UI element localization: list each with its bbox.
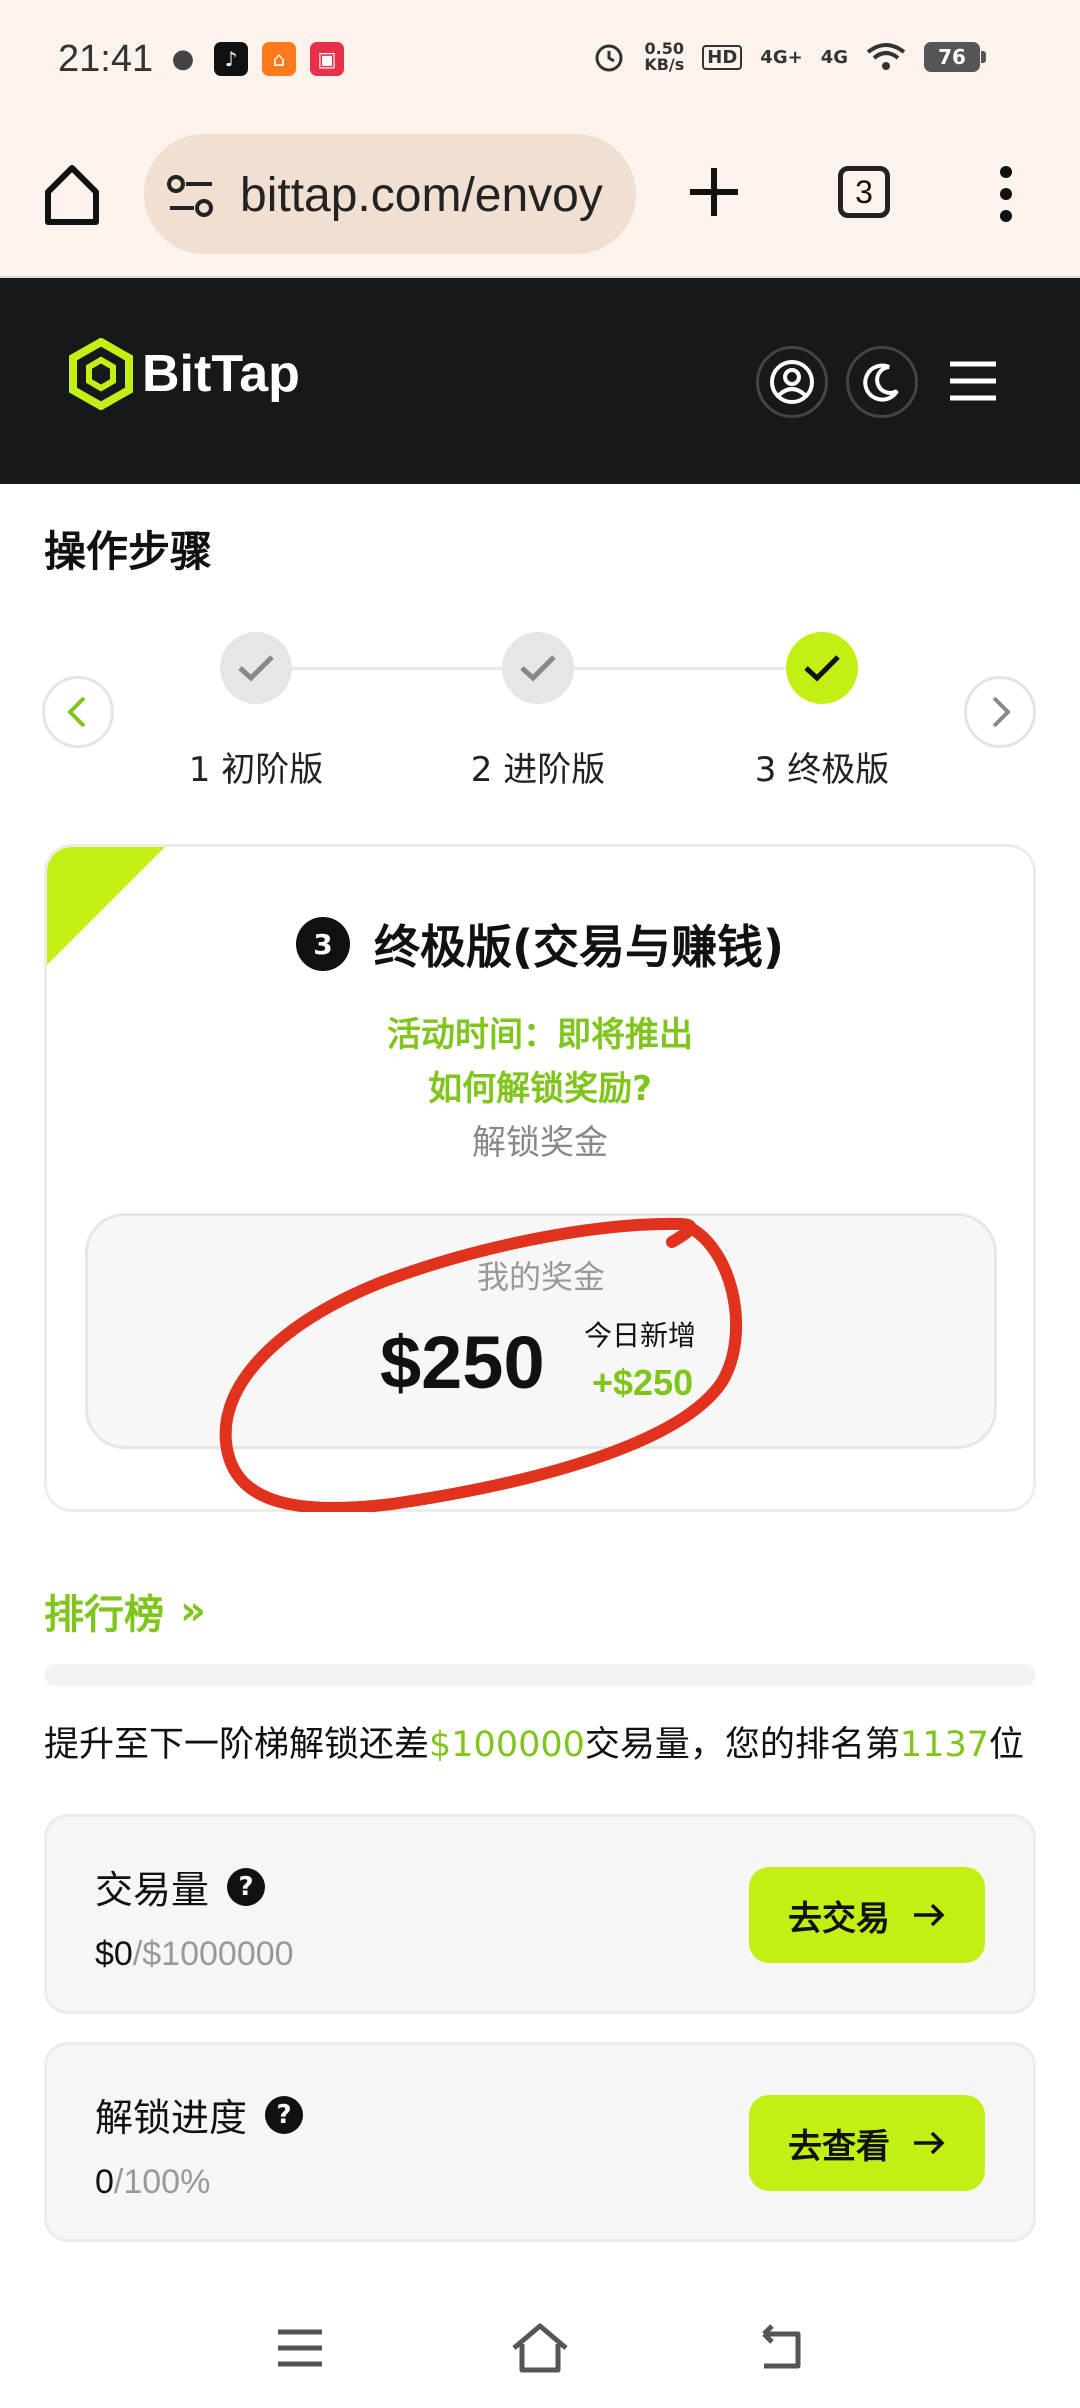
- new-tab-icon[interactable]: [684, 162, 744, 222]
- help-icon[interactable]: ?: [227, 1867, 266, 1906]
- hamburger-menu-icon[interactable]: [948, 358, 998, 404]
- site-settings-icon[interactable]: [166, 174, 216, 218]
- unlock-bonus-text: 解锁奖金: [472, 1123, 608, 1163]
- more-menu-icon[interactable]: [996, 164, 1016, 224]
- step-1-label[interactable]: 1 初阶版: [146, 742, 366, 791]
- how-to-unlock-link[interactable]: 如何解锁奖励?: [47, 1061, 1033, 1110]
- tier-number-badge: 3: [295, 917, 350, 971]
- site-logo[interactable]: BitTap: [68, 338, 300, 410]
- activity-time: 活动时间：即将推出: [387, 1015, 693, 1055]
- url-text[interactable]: bittap.com/envoy: [240, 168, 626, 223]
- go-trade-button[interactable]: 去交易: [749, 1867, 985, 1963]
- step-2-label[interactable]: 2 进阶版: [428, 742, 648, 791]
- home-icon[interactable]: [42, 160, 102, 230]
- net-speed: 0.50 KB/s: [644, 39, 685, 74]
- theme-toggle-button[interactable]: [846, 346, 918, 418]
- trading-volume-value: $0/$1000000: [95, 1935, 294, 1973]
- unlock-progress-value: 0/100%: [95, 2163, 211, 2201]
- system-nav-bar: [0, 2290, 1080, 2408]
- hd-badge: HD: [702, 44, 743, 70]
- step-3-check[interactable]: [786, 632, 858, 704]
- trading-volume-card: 交易量 ? $0/$1000000 去交易: [44, 1814, 1036, 2014]
- user-icon: [770, 360, 814, 404]
- prev-step-button[interactable]: [42, 676, 114, 748]
- unlock-progress-title: 解锁进度 ?: [95, 2087, 304, 2142]
- logo-hexagon-icon: [69, 338, 133, 410]
- chevron-left-icon: [67, 696, 86, 728]
- home-nav-icon[interactable]: [510, 2318, 570, 2378]
- wifi-icon: [866, 43, 906, 70]
- arrow-right-icon: [914, 2131, 945, 2155]
- site-header: BitTap: [0, 278, 1080, 484]
- alarm-icon: [595, 44, 623, 72]
- user-button[interactable]: [756, 346, 828, 418]
- card-title: 3 终极版(交易与赚钱): [47, 911, 1033, 977]
- notification-icons: ● ♪ ⌂ ▣: [166, 42, 344, 76]
- browser-toolbar: bittap.com/envoy 3: [0, 120, 1080, 278]
- tier-title: 终极版(交易与赚钱): [373, 920, 785, 974]
- check-icon: [520, 655, 556, 682]
- step-3-label[interactable]: 3 终极版: [712, 742, 932, 791]
- rank-info-text: 提升至下一阶梯解锁还差$100000交易量，您的排名第1137位: [44, 1725, 1025, 1765]
- next-step-button[interactable]: [964, 676, 1036, 748]
- status-right: 0.50 KB/s HD 4G+ 4G 76: [592, 39, 986, 74]
- arrow-right-icon: [914, 1903, 945, 1927]
- wechat-icon: ●: [171, 44, 195, 74]
- unlock-progress-card: 解锁进度 ? 0/100% 去查看: [44, 2042, 1036, 2242]
- my-bonus-amount: $250: [380, 1321, 545, 1404]
- needed-volume: $100000: [429, 1725, 585, 1765]
- leaderboard-link[interactable]: 排行榜 »: [44, 1582, 206, 1640]
- back-nav-icon[interactable]: [750, 2318, 810, 2378]
- status-time: 21:41: [58, 38, 154, 80]
- tier-card: 3 终极版(交易与赚钱) 活动时间：即将推出 如何解锁奖励? 解锁奖金 我的奖金…: [44, 844, 1036, 1512]
- today-added-amount: +$250: [592, 1362, 694, 1403]
- chevron-right-icon: [992, 696, 1011, 728]
- app-red-icon: ▣: [310, 42, 344, 76]
- signal-4g-plus: 4G+: [760, 46, 803, 68]
- step-2-check[interactable]: [502, 632, 574, 704]
- recent-apps-icon[interactable]: [270, 2318, 330, 2378]
- tiktok-icon: ♪: [214, 42, 248, 76]
- steps-title: 操作步骤: [44, 527, 213, 576]
- bonus-box: 我的奖金 $250 今日新增 +$250: [85, 1213, 997, 1449]
- current-rank: 1137: [899, 1725, 989, 1765]
- battery-indicator: 76: [924, 42, 986, 72]
- help-icon[interactable]: ?: [265, 2095, 304, 2134]
- leaderboard-label: 排行榜: [44, 1592, 164, 1638]
- logo-text: BitTap: [142, 345, 300, 403]
- leaderboard-progress-track: [44, 1664, 1036, 1686]
- today-added-label: 今日新增: [584, 1319, 697, 1352]
- step-1-check[interactable]: [220, 632, 292, 704]
- check-icon: [804, 655, 840, 682]
- double-chevron-right-icon: »: [180, 1588, 206, 1634]
- check-icon: [238, 655, 274, 682]
- app-orange-icon: ⌂: [262, 42, 296, 76]
- tab-switcher-button[interactable]: 3: [838, 166, 890, 218]
- my-bonus-label: 我的奖金: [476, 1258, 605, 1296]
- go-view-button[interactable]: 去查看: [749, 2095, 985, 2191]
- moon-icon: [863, 363, 899, 402]
- trading-volume-title: 交易量 ?: [95, 1859, 266, 1914]
- signal-4g: 4G: [820, 46, 848, 68]
- status-bar: 21:41 ● ♪ ⌂ ▣ 0.50 KB/s HD 4G+ 4G 76: [0, 0, 1080, 120]
- address-bar[interactable]: bittap.com/envoy: [144, 134, 636, 254]
